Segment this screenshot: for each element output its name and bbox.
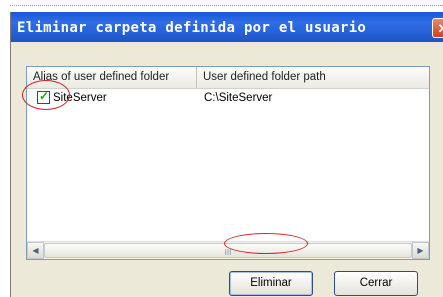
folder-list[interactable]: Alias of user defined folder User define… [26,66,430,260]
cerrar-button[interactable]: Cerrar [334,271,418,296]
chevron-right-icon: ▶ [417,246,424,255]
scroll-left-button[interactable]: ◀ [27,242,44,259]
column-header-alias[interactable]: Alias of user defined folder [27,67,197,88]
list-item[interactable]: ✓ SiteServer C:\SiteServer [27,88,429,108]
eliminar-button[interactable]: Eliminar [229,271,313,296]
list-header: Alias of user defined folder User define… [27,67,429,89]
checkmark-icon: ✓ [39,89,50,103]
scroll-thumb[interactable]: III [44,243,412,258]
horizontal-scrollbar[interactable]: ◀ III ▶ [27,241,429,259]
close-icon: ✕ [438,21,443,36]
chevron-left-icon: ◀ [32,246,39,255]
scroll-right-button[interactable]: ▶ [412,242,429,259]
dialog-window: Eliminar carpeta definida por el usuario… [10,12,443,297]
column-header-path[interactable]: User defined folder path [197,67,429,88]
alias-cell: SiteServer [53,92,107,104]
dialog-client-area: Alias of user defined folder User define… [11,42,443,297]
title-bar[interactable]: Eliminar carpeta definida por el usuario… [11,12,443,43]
path-cell: C:\SiteServer [204,92,273,104]
scroll-grip: III [224,248,232,257]
dialog-title: Eliminar carpeta definida por el usuario [17,20,367,36]
dotted-line [10,5,443,6]
row-checkbox[interactable]: ✓ [37,89,50,104]
close-button[interactable]: ✕ [432,18,443,38]
